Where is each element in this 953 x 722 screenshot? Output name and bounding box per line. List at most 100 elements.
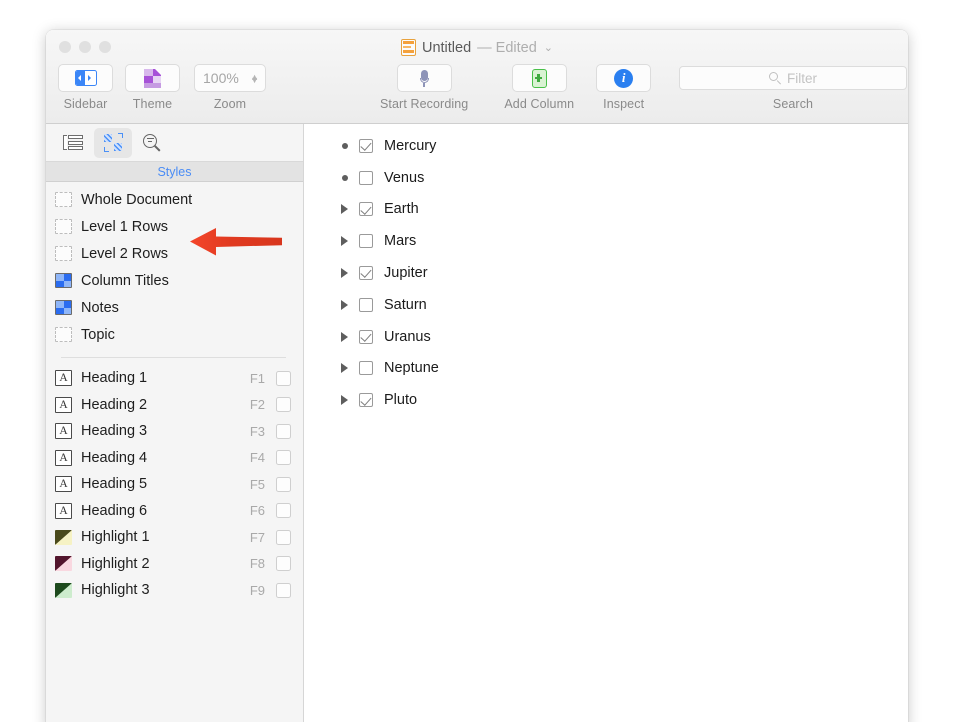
start-recording-label: Start Recording — [380, 97, 469, 111]
list-item[interactable]: Highlight 3 F9 — [46, 577, 303, 604]
style-label: Level 1 Rows — [81, 218, 169, 235]
disclosure-triangle-icon[interactable] — [340, 236, 356, 247]
list-item[interactable]: Highlight 1 F7 — [46, 524, 303, 551]
checker-square-icon — [55, 273, 72, 288]
style-checkbox[interactable] — [276, 423, 291, 439]
add-column-button[interactable] — [511, 64, 567, 92]
table-row[interactable]: Earth — [304, 194, 908, 226]
shortcut-key: F4 — [249, 450, 265, 466]
search-placeholder: Filter — [787, 70, 817, 86]
highlight-swatch-icon — [55, 582, 72, 598]
letter-a-icon: A — [55, 449, 72, 466]
row-checkbox[interactable] — [359, 297, 373, 312]
row-checkbox[interactable] — [359, 393, 373, 408]
search-toolbar-item[interactable]: Filter Search — [679, 66, 907, 111]
search-input[interactable]: Filter — [679, 66, 907, 90]
sidebar-item-outline[interactable] — [54, 128, 92, 158]
inspect-button[interactable]: i — [596, 64, 652, 92]
shortcut-key: F5 — [249, 476, 265, 492]
row-label: Jupiter — [384, 265, 428, 282]
zoom-stepper[interactable]: 100% ▲ ▼ — [194, 64, 266, 92]
list-item[interactable]: Level 1 Rows — [46, 213, 303, 240]
inspect-label: Inspect — [603, 97, 645, 111]
style-checkbox[interactable] — [276, 370, 291, 386]
style-label: Column Titles — [81, 272, 169, 289]
sidebar-item-styles[interactable] — [94, 127, 132, 158]
style-checkbox[interactable] — [276, 503, 291, 519]
row-checkbox[interactable] — [359, 329, 373, 344]
theme-label: Theme — [132, 97, 173, 111]
start-recording-button[interactable] — [396, 64, 452, 92]
row-checkbox[interactable] — [359, 361, 373, 376]
style-checkbox[interactable] — [276, 476, 291, 492]
search-icon — [769, 72, 781, 85]
row-checkbox[interactable] — [359, 170, 373, 185]
disclosure-triangle-icon[interactable] — [340, 268, 356, 279]
theme-toolbar-item[interactable]: Theme — [125, 64, 180, 111]
stepper-icon[interactable]: ▲ ▼ — [250, 72, 259, 84]
style-checkbox[interactable] — [276, 529, 291, 545]
list-item[interactable]: Topic — [46, 321, 303, 348]
style-label: Level 2 Rows — [81, 245, 169, 262]
style-label: Heading 5 — [81, 476, 148, 493]
shortcut-key: F7 — [249, 529, 265, 545]
style-checkbox[interactable] — [276, 397, 291, 413]
style-checkbox[interactable] — [276, 556, 291, 572]
row-label: Neptune — [384, 360, 439, 377]
screenshot-root: Untitled — Edited ⌄ Sidebar Theme 100% ▲… — [0, 0, 953, 722]
row-checkbox[interactable] — [359, 202, 373, 217]
style-checkbox[interactable] — [276, 582, 291, 598]
list-item[interactable]: A Heading 2 F2 — [46, 392, 303, 419]
inspect-toolbar-item[interactable]: i Inspect — [596, 64, 652, 111]
theme-button[interactable] — [125, 64, 180, 92]
sidebar-item-find[interactable] — [134, 128, 172, 158]
table-row[interactable]: Pluto — [304, 384, 908, 416]
list-item[interactable]: Column Titles — [46, 267, 303, 294]
document-icon — [400, 39, 416, 56]
zoom-toolbar-item[interactable]: 100% ▲ ▼ Zoom — [194, 64, 266, 111]
table-row[interactable]: Venus — [304, 162, 908, 194]
row-checkbox[interactable] — [359, 234, 373, 249]
window-titlebar: Untitled — Edited ⌄ Sidebar Theme 100% ▲… — [46, 30, 908, 124]
list-item[interactable]: A Heading 3 F3 — [46, 418, 303, 445]
list-item[interactable]: Notes — [46, 294, 303, 321]
list-item[interactable]: Highlight 2 F8 — [46, 551, 303, 578]
dashed-square-icon — [55, 219, 72, 234]
sidebar-toolbar-item[interactable]: Sidebar — [58, 64, 113, 111]
disclosure-triangle-icon[interactable] — [340, 204, 356, 215]
styles-section-header: Styles — [46, 161, 303, 182]
disclosure-triangle-icon[interactable] — [340, 299, 356, 310]
shortcut-key: F6 — [249, 503, 265, 519]
list-item[interactable]: Whole Document — [46, 186, 303, 213]
shortcut-key: F1 — [249, 370, 265, 386]
list-item[interactable]: A Heading 1 F1 — [46, 365, 303, 392]
list-item[interactable]: Level 2 Rows — [46, 240, 303, 267]
style-label: Heading 2 — [81, 396, 148, 413]
record-toolbar-item[interactable]: Start Recording — [380, 64, 468, 111]
row-label: Pluto — [384, 392, 418, 409]
disclosure-triangle-icon[interactable] — [340, 395, 356, 406]
disclosure-triangle-icon[interactable] — [340, 363, 356, 374]
sidebar-button[interactable] — [58, 64, 113, 92]
sidebar-label: Sidebar — [63, 97, 108, 111]
highlight-swatch-icon — [55, 529, 72, 545]
shortcut-key: F3 — [249, 423, 265, 439]
table-row[interactable]: Jupiter — [304, 257, 908, 289]
table-row[interactable]: Mercury — [304, 130, 908, 162]
list-item[interactable]: A Heading 4 F4 — [46, 445, 303, 472]
add-column-toolbar-item[interactable]: Add Column — [504, 64, 574, 111]
table-row[interactable]: Mars — [304, 225, 908, 257]
list-item[interactable]: A Heading 6 F6 — [46, 498, 303, 525]
shortcut-key: F2 — [249, 397, 265, 413]
toolbar: Sidebar Theme 100% ▲ ▼ Zoom Start Record… — [46, 64, 908, 122]
row-label: Saturn — [384, 296, 427, 313]
row-checkbox[interactable] — [359, 138, 373, 153]
table-row[interactable]: Saturn — [304, 289, 908, 321]
table-row[interactable]: Neptune — [304, 353, 908, 385]
list-item[interactable]: A Heading 5 F5 — [46, 471, 303, 498]
disclosure-triangle-icon[interactable] — [340, 331, 356, 342]
chevron-down-icon[interactable]: ⌄ — [544, 41, 553, 54]
table-row[interactable]: Uranus — [304, 321, 908, 353]
style-checkbox[interactable] — [276, 450, 291, 466]
row-checkbox[interactable] — [359, 266, 373, 281]
